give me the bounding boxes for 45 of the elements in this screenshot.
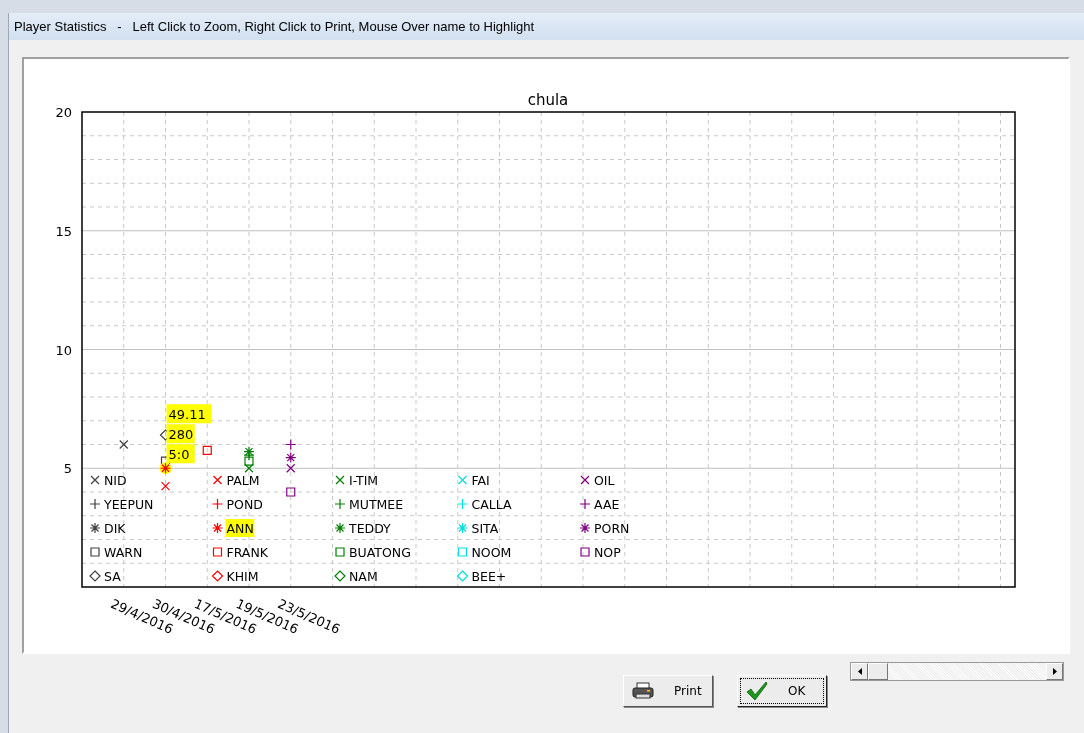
legend-label[interactable]: SA (104, 569, 121, 584)
legend-label[interactable]: ANN (226, 521, 254, 536)
legend-label[interactable]: I-TIM (349, 473, 379, 488)
tooltip-text: 49.11 (168, 407, 206, 423)
legend-label[interactable]: WARN (104, 545, 143, 560)
scroll-right-button[interactable] (1046, 663, 1063, 680)
y-tick-label: 15 (55, 223, 72, 239)
print-button[interactable]: Print (623, 675, 713, 707)
legend-label[interactable]: PORN (594, 521, 630, 536)
legend-label[interactable]: SITA (471, 521, 499, 536)
legend-label[interactable]: MUTMEE (349, 497, 404, 512)
check-icon (746, 681, 768, 701)
scroll-thumb[interactable] (868, 663, 888, 680)
tooltip-text: 5:0 (168, 447, 190, 463)
legend-label[interactable]: PALM (226, 473, 260, 488)
window-title: Player Statistics - Left Click to Zoom, Right Click to Print, Mouse Over name to Highlight (14, 19, 535, 34)
legend-label[interactable]: POND (226, 497, 263, 512)
legend-label[interactable]: OIL (594, 473, 615, 488)
legend-label[interactable]: NAM (349, 569, 378, 584)
legend-label[interactable]: BEE+ (471, 569, 507, 584)
tooltip-text: 280 (168, 427, 194, 443)
legend-label[interactable]: NOP (594, 545, 621, 560)
legend-label[interactable]: FAI (471, 473, 490, 488)
horizontal-scrollbar[interactable] (850, 662, 1064, 681)
printer-icon (632, 682, 654, 700)
legend-label[interactable]: CALLA (471, 497, 512, 512)
legend-label[interactable]: NOOM (471, 545, 512, 560)
legend-label[interactable]: FRANK (226, 545, 268, 560)
legend-label[interactable]: TEDDY (349, 521, 391, 536)
legend-label[interactable]: KHIM (226, 569, 259, 584)
y-tick-label: 5 (63, 461, 72, 477)
legend-label[interactable]: AAE (594, 497, 620, 512)
highlight-background (225, 519, 255, 537)
y-tick-label: 20 (55, 105, 72, 120)
tooltip-background (166, 404, 212, 464)
right-arrow-icon (1052, 668, 1057, 675)
scroll-left-button[interactable] (851, 663, 868, 680)
left-arrow-icon (857, 668, 862, 675)
legend-label[interactable]: BUATONG (349, 545, 411, 560)
chart-title: chula (527, 91, 569, 109)
y-tick-label: 10 (55, 342, 72, 358)
legend-label[interactable]: DIK (104, 521, 126, 536)
legend-label[interactable]: NID (104, 473, 127, 488)
legend-label[interactable]: YEEPUN (104, 497, 154, 512)
ok-button[interactable]: OK (737, 675, 827, 707)
